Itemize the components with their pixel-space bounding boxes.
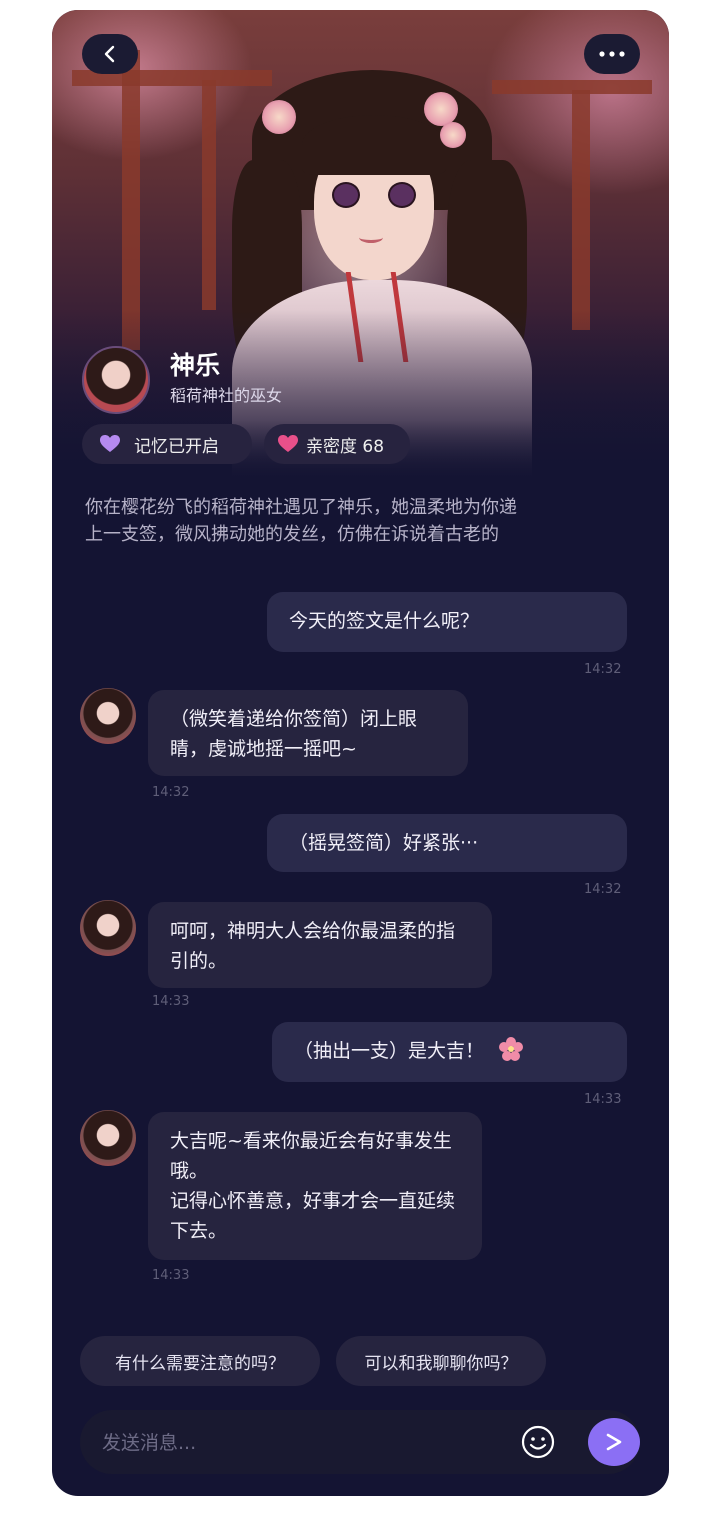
user-message-bubble[interactable]: 今天的签文是什么呢？: [267, 592, 627, 652]
message-text: 呵呵，神明大人会给你最温柔的指引的。: [170, 920, 456, 972]
message-input[interactable]: [100, 1422, 504, 1464]
emoji-button[interactable]: [520, 1424, 556, 1460]
user-message-bubble[interactable]: （摇晃签简）好紧张···: [267, 814, 627, 872]
torii-pillar: [572, 90, 590, 330]
send-button[interactable]: [588, 1418, 640, 1466]
more-dots-icon: [599, 51, 625, 57]
message-text: 大吉呢~看来你最近会有好事发生哦。 记得心怀善意，好事才会一直延续下去。: [170, 1130, 456, 1242]
torii-beam: [492, 80, 652, 94]
character-bangs: [302, 115, 446, 175]
sakura-icon: [499, 1037, 524, 1061]
memory-heart-icon: [100, 435, 120, 452]
ai-message-bubble[interactable]: （微笑着递给你签简）闭上眼睛，虔诚地摇一摇吧~: [148, 690, 468, 776]
suggestion-label: 可以和我聊聊你吗？: [364, 1353, 518, 1374]
torii-pillar: [202, 80, 216, 310]
chat-screen: 神乐 稻荷神社的巫女 记忆已开启 亲密度 68 你在樱花纷飞的稻荷神社遇见了神乐…: [52, 10, 669, 1496]
intimacy-label: 亲密度 68: [306, 436, 385, 457]
message-time: 14:32: [584, 882, 622, 897]
character-mouth: [359, 232, 383, 243]
message-time: 14:33: [152, 1268, 190, 1283]
memory-status-label: 记忆已开启: [134, 436, 219, 457]
send-icon: [606, 1433, 622, 1451]
message-time: 14:33: [584, 1092, 622, 1107]
user-message-bubble[interactable]: （抽出一支）是大吉！: [272, 1022, 627, 1082]
scene-narration: 你在樱花纷飞的稻荷神社遇见了神乐，她温柔地为你递上一支签，微风拂动她的发丝，仿佛…: [85, 497, 517, 545]
intimacy-chip[interactable]: 亲密度 68: [264, 424, 410, 464]
suggestion-chip[interactable]: 可以和我聊聊你吗？: [336, 1336, 546, 1386]
character-eye: [388, 182, 416, 208]
character-avatar[interactable]: [82, 346, 150, 414]
sakura-icon: [262, 100, 296, 134]
sakura-icon: [424, 92, 458, 126]
character-avatar-small[interactable]: [80, 900, 136, 956]
suggestion-chip[interactable]: 有什么需要注意的吗？: [80, 1336, 320, 1386]
heart-icon: [278, 435, 298, 452]
message-time: 14:33: [152, 994, 190, 1009]
back-button[interactable]: [82, 34, 138, 74]
character-eye: [332, 182, 360, 208]
message-time: 14:32: [152, 785, 190, 800]
emoji-icon: [521, 1425, 555, 1459]
message-text: （抽出一支）是大吉！: [294, 1040, 485, 1062]
memory-status-chip[interactable]: 记忆已开启: [82, 424, 252, 464]
ai-message-bubble[interactable]: 呵呵，神明大人会给你最温柔的指引的。: [148, 902, 492, 988]
message-composer: [80, 1410, 640, 1474]
character-avatar-small[interactable]: [80, 688, 136, 744]
message-time: 14:32: [584, 662, 622, 677]
suggestion-label: 有什么需要注意的吗？: [115, 1353, 285, 1374]
message-text: （摇晃签简）好紧张···: [289, 832, 479, 854]
sakura-icon: [440, 122, 466, 148]
torii-pillar: [122, 50, 140, 350]
ai-message-bubble[interactable]: 大吉呢~看来你最近会有好事发生哦。 记得心怀善意，好事才会一直延续下去。: [148, 1112, 482, 1260]
character-avatar-small[interactable]: [80, 1110, 136, 1166]
message-text: （微笑着递给你签简）闭上眼睛，虔诚地摇一摇吧~: [170, 708, 418, 760]
character-name: 神乐: [170, 351, 221, 380]
character-hero-image: [52, 10, 669, 485]
message-text: 今天的签文是什么呢？: [289, 610, 480, 632]
character-subtitle: 稻荷神社的巫女: [170, 386, 283, 405]
chevron-left-icon: [104, 45, 115, 63]
more-button[interactable]: [584, 34, 640, 74]
